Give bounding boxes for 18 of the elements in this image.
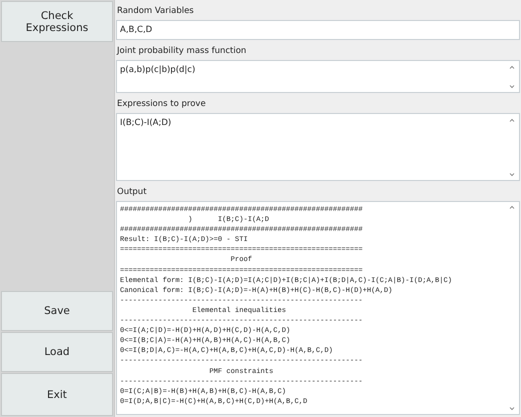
field-label: Expressions to prove: [116, 98, 207, 111]
scroll-up-icon[interactable]: [509, 205, 515, 209]
output-text-area[interactable]: [116, 201, 520, 415]
sidebar-button[interactable]: Save: [1, 291, 113, 331]
scroll-up-icon[interactable]: [509, 118, 515, 122]
check-expressions-button[interactable]: Check Expressions: [1, 1, 113, 42]
sidebar-button[interactable]: Load: [1, 332, 113, 372]
input-field[interactable]: A,B,C,D: [116, 20, 520, 40]
scroll-down-icon[interactable]: [509, 85, 515, 89]
scroll-down-icon[interactable]: [509, 407, 515, 411]
output-label: Output: [116, 186, 148, 199]
field-label: Joint probability mass function: [116, 45, 248, 58]
text-area[interactable]: p(a,b)p(c|b)p(d|c): [116, 60, 520, 93]
sidebar-button[interactable]: Exit: [1, 373, 113, 416]
text-area[interactable]: I(B;C)-I(A;D): [116, 113, 520, 181]
scroll-up-icon[interactable]: [509, 65, 515, 69]
scroll-down-icon[interactable]: [509, 173, 515, 177]
field-label: Random Variables: [116, 5, 195, 18]
